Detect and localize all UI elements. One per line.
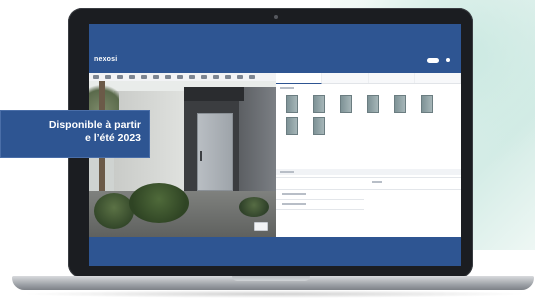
tool-icon[interactable]: [93, 75, 99, 79]
tool-icon[interactable]: [237, 75, 243, 79]
tool-icon[interactable]: [225, 75, 231, 79]
laptop-shadow: [20, 290, 528, 298]
tool-icon[interactable]: [117, 75, 123, 79]
camera-icon: [274, 15, 278, 19]
section-header[interactable]: [276, 169, 461, 175]
option-label: [372, 181, 382, 183]
panel-tabs: [276, 73, 461, 84]
door-model-thumbnail[interactable]: [367, 95, 379, 113]
section-label: [280, 87, 294, 89]
brand-logo[interactable]: nexosi: [94, 56, 117, 63]
door-model-thumbnail[interactable]: [313, 95, 325, 113]
tool-icon[interactable]: [177, 75, 183, 79]
tool-icon[interactable]: [165, 75, 171, 79]
tab-3[interactable]: [368, 73, 415, 83]
scene-canopy: [184, 87, 244, 101]
badge-line-2: e l’été 2023: [84, 132, 141, 144]
badge-line-1: Disponible à partir: [48, 119, 141, 131]
option-label: [282, 193, 306, 195]
divider: [276, 209, 364, 210]
door-model-thumbnail[interactable]: [313, 117, 325, 135]
viewer-toolbar: [89, 73, 276, 81]
door-preview[interactable]: [197, 113, 233, 191]
app-header: nexosi: [89, 24, 461, 73]
tool-icon[interactable]: [213, 75, 219, 79]
door-model-thumbnail[interactable]: [421, 95, 433, 113]
laptop-opening-notch: [232, 276, 310, 281]
tool-icon[interactable]: [249, 75, 255, 79]
viewer-action-button[interactable]: [254, 222, 268, 231]
door-model-thumbnail[interactable]: [286, 95, 298, 113]
user-icon[interactable]: [446, 58, 450, 62]
door-model-thumbnail[interactable]: [286, 117, 298, 135]
tab-2[interactable]: [322, 73, 369, 83]
tool-icon[interactable]: [201, 75, 207, 79]
section-label: [280, 171, 294, 173]
door-model-thumbnail[interactable]: [340, 95, 352, 113]
tool-icon[interactable]: [153, 75, 159, 79]
app-footer: [89, 237, 461, 266]
scene-bush: [94, 193, 134, 229]
tool-icon[interactable]: [105, 75, 111, 79]
door-model-thumbnail[interactable]: [394, 95, 406, 113]
divider: [276, 177, 461, 178]
tab-4[interactable]: [414, 73, 461, 83]
tool-icon[interactable]: [141, 75, 147, 79]
scene-bush: [239, 197, 269, 217]
header-toggle[interactable]: [427, 58, 439, 63]
door-handle: [200, 151, 202, 161]
scene-wall-dark: [239, 87, 276, 197]
divider: [276, 199, 364, 200]
availability-badge: Disponible à partir e l’été 2023: [0, 110, 150, 158]
configuration-panel: [276, 73, 461, 237]
tool-icon[interactable]: [129, 75, 135, 79]
tool-icon[interactable]: [189, 75, 195, 79]
scene-bush: [129, 183, 189, 223]
option-label: [282, 203, 306, 205]
tab-1[interactable]: [276, 73, 323, 84]
divider: [276, 189, 461, 190]
